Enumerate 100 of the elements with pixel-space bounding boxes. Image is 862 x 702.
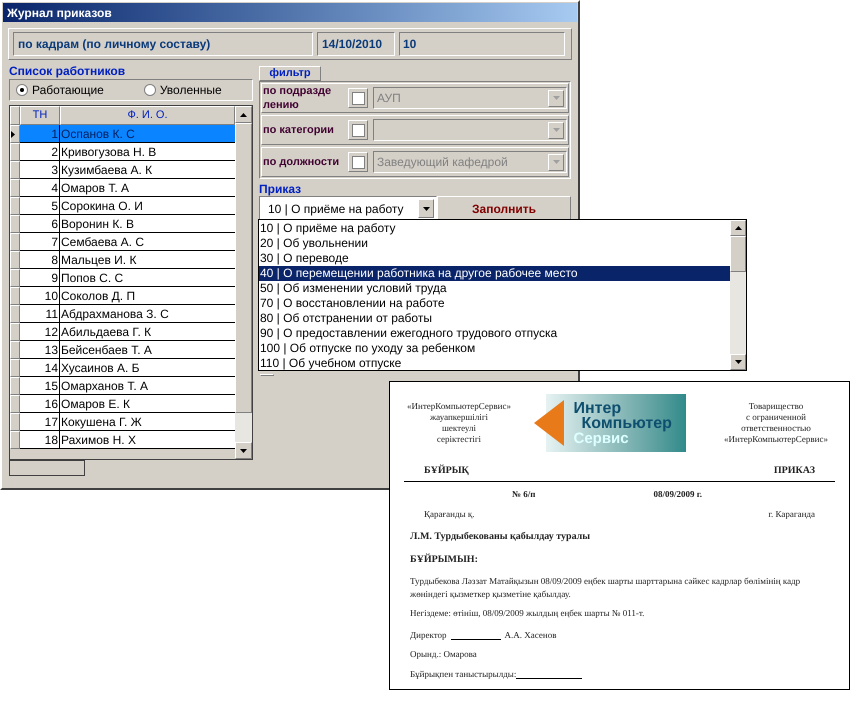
employee-row[interactable]: 16 Омаров Е. К bbox=[10, 395, 235, 413]
dropdown-option[interactable]: 20 | Об увольнении bbox=[259, 236, 730, 251]
table-cell: 16 bbox=[20, 395, 60, 413]
employee-row[interactable]: 8 Мальцев И. К bbox=[10, 251, 235, 269]
table-cell: Абдрахманова З. С bbox=[60, 305, 235, 323]
status-radio[interactable]: Работающие bbox=[16, 81, 104, 99]
up-arrow-icon bbox=[240, 112, 247, 116]
dropdown-option[interactable]: 40 | О перемещении работника на другое рабочее место bbox=[259, 266, 730, 281]
employee-row[interactable]: 3 Кузимбаева А. К bbox=[10, 161, 235, 179]
dropdown-option[interactable]: 70 | О восстановлении на работе bbox=[259, 296, 730, 311]
employee-row[interactable]: 17 Кокушена Г. Ж bbox=[10, 413, 235, 431]
row-indicator bbox=[10, 413, 20, 431]
order-number: № 6/п bbox=[512, 488, 536, 501]
row-indicator bbox=[10, 323, 20, 341]
row-indicator bbox=[10, 341, 20, 359]
status-radio[interactable]: Уволенные bbox=[144, 81, 222, 99]
table-cell: 15 bbox=[20, 377, 60, 395]
up-arrow-icon bbox=[734, 226, 742, 230]
scroll-down-button[interactable] bbox=[730, 354, 746, 370]
logo-diamond-icon bbox=[534, 400, 564, 446]
window-title: Журнал приказов bbox=[7, 4, 112, 22]
executor: Орынд.: Омарова bbox=[410, 648, 478, 661]
table-cell: 3 bbox=[20, 161, 60, 179]
table-cell: Бейсенбаев Т. А bbox=[60, 341, 235, 359]
table-cell: 11 bbox=[20, 305, 60, 323]
order-dropdown[interactable]: 10 | О приёме на работу bbox=[259, 196, 437, 221]
table-cell: Рахимов Н. Х bbox=[60, 431, 235, 449]
table-cell: 5 bbox=[20, 197, 60, 215]
dropdown-option[interactable]: 50 | Об изменении условий труда bbox=[259, 281, 730, 296]
signature-line bbox=[450, 639, 501, 640]
row-indicator bbox=[10, 161, 20, 179]
employee-row[interactable]: 10 Соколов Д. П bbox=[10, 287, 235, 305]
order-basis: Негіздеме: өтініш, 08/09/2009 жылдың еңбек шарты № 011-т. bbox=[410, 607, 646, 620]
table-cell: 10 bbox=[20, 287, 60, 305]
scroll-thumb[interactable] bbox=[235, 123, 252, 413]
dropdown-option[interactable]: 90 | О предоставлении ежегодного трудового отпуска bbox=[259, 326, 730, 341]
table-cell: 8 bbox=[20, 251, 60, 269]
order-label: Приказ bbox=[259, 182, 302, 196]
employee-row[interactable]: 13 Бейсенбаев Т. А bbox=[10, 341, 235, 359]
table-cell: Оспанов К. С bbox=[60, 125, 235, 143]
dropdown-option[interactable]: 110 | Об учебном отпуске bbox=[259, 356, 730, 371]
scroll-down-button[interactable] bbox=[235, 442, 252, 459]
scroll-thumb[interactable] bbox=[730, 236, 746, 272]
number-field: 10 bbox=[399, 32, 565, 56]
dropdown-option[interactable]: 30 | О переводе bbox=[259, 251, 730, 266]
employee-row[interactable]: 2 Кривогузова Н. В bbox=[10, 143, 235, 161]
employee-row[interactable]: 12 Абильдаева Г. К bbox=[10, 323, 235, 341]
employee-row[interactable]: 6 Воронин К. В bbox=[10, 215, 235, 233]
employee-row[interactable]: 9 Попов С. С bbox=[10, 269, 235, 287]
column-header[interactable]: ТН bbox=[20, 106, 60, 125]
filter-label: по категории bbox=[263, 123, 335, 137]
dropdown-option[interactable]: 10 | О приёме на работу bbox=[259, 221, 730, 236]
scroll-up-button[interactable] bbox=[730, 220, 746, 236]
scroll-up-button[interactable] bbox=[235, 106, 252, 123]
document-title-kz: БҰЙРЫҚ bbox=[424, 464, 469, 478]
company-name-kz: «ИнтерКомпьютерСервис» жауапкершілігі шектеулі серіктестігі bbox=[406, 401, 512, 445]
row-indicator bbox=[10, 395, 20, 413]
employee-row[interactable]: 15 Омарханов Т. А bbox=[10, 377, 235, 395]
employee-row[interactable]: 18 Рахимов Н. Х bbox=[10, 431, 235, 449]
document-title-ru: ПРИКАЗ bbox=[774, 464, 815, 478]
table-cell: Хусаинов А. Б bbox=[60, 359, 235, 377]
employee-row[interactable]: 7 Сембаева А. С bbox=[10, 233, 235, 251]
table-cell: Сорокина О. И bbox=[60, 197, 235, 215]
table-cell: Попов С. С bbox=[60, 269, 235, 287]
table-cell: 6 bbox=[20, 215, 60, 233]
row-indicator bbox=[10, 305, 20, 323]
row-indicator bbox=[10, 377, 20, 395]
table-cell: 14 bbox=[20, 359, 60, 377]
row-indicator bbox=[10, 233, 20, 251]
down-arrow-icon bbox=[240, 448, 247, 452]
table-cell: Кузимбаева А. К bbox=[60, 161, 235, 179]
director-label: Директор bbox=[410, 628, 447, 642]
employee-row[interactable]: 14 Хусаинов А. Б bbox=[10, 359, 235, 377]
table-cell: 2 bbox=[20, 143, 60, 161]
column-header[interactable]: Ф. И. О. bbox=[60, 106, 235, 125]
dropdown-arrow-icon bbox=[552, 96, 560, 100]
table-cell: Сембаева А. С bbox=[60, 233, 235, 251]
dropdown-option[interactable]: 100 | Об отпуске по уходу за ребенком bbox=[259, 341, 730, 356]
row-indicator bbox=[10, 287, 20, 305]
employee-row[interactable]: 1 Оспанов К. С bbox=[10, 125, 235, 143]
employee-row[interactable]: 11 Абдрахманова З. С bbox=[10, 305, 235, 323]
table-cell: 4 bbox=[20, 179, 60, 197]
row-indicator bbox=[10, 143, 20, 161]
city-ru: г. Караганда bbox=[768, 508, 815, 521]
table-cell: Омаров Т. А bbox=[60, 179, 235, 197]
table-cell: 12 bbox=[20, 323, 60, 341]
employee-row[interactable]: 5 Сорокина О. И bbox=[10, 197, 235, 215]
table-cell: Кокушена Г. Ж bbox=[60, 413, 235, 431]
order-body: Турдыбекова Ләззат Матайқызын 08/09/2009 еңбек шарты шарттарына сәйкес кадрлар бөлімінің кадр жөніндегі қызметкер қызметіне қабылдау. bbox=[410, 575, 802, 601]
filter-label: по должности bbox=[263, 155, 340, 169]
city-kz: Қарағанды қ. bbox=[424, 508, 474, 521]
list-scrollbar[interactable] bbox=[730, 220, 746, 370]
filter-tab[interactable]: фильтр bbox=[259, 66, 321, 81]
vertical-scrollbar[interactable] bbox=[235, 106, 252, 459]
acknowledged-label: Бұйрықпен таныстырылды: bbox=[410, 668, 516, 681]
row-indicator bbox=[10, 215, 20, 233]
table-cell: 18 bbox=[20, 431, 60, 449]
dropdown-option[interactable]: 80 | Об отстранении от работы bbox=[259, 311, 730, 326]
employee-row[interactable]: 4 Омаров Т. А bbox=[10, 179, 235, 197]
table-cell: 17 bbox=[20, 413, 60, 431]
